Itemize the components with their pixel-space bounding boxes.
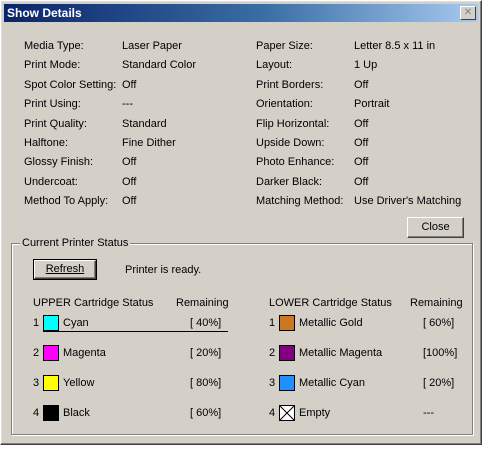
right-setting-value: Use Driver's Matching <box>354 195 462 208</box>
left-setting-value: Standard Color <box>122 59 196 72</box>
lower-cartridge-name: Empty <box>299 407 331 419</box>
right-setting-label: Upside Down: <box>256 137 325 149</box>
left-setting-value: Off <box>122 175 137 188</box>
left-setting-value: Standard <box>122 117 167 130</box>
left-setting-value: Laser Paper <box>122 40 182 52</box>
left-setting-label: Print Quality: <box>24 117 87 130</box>
left-setting-label: Glossy Finish: <box>24 156 94 169</box>
upper-cartridge-name: Yellow <box>63 377 95 389</box>
lower-color-swatch <box>279 375 295 391</box>
left-setting-value: Off <box>122 195 137 208</box>
window-title: Show Details <box>7 6 82 20</box>
upper-cartridge-remaining: [ 80%] <box>190 377 222 389</box>
right-setting-value: Off <box>354 137 369 149</box>
right-setting-value: 1 Up <box>354 59 378 72</box>
upper-color-swatch <box>43 315 59 331</box>
left-setting-label: Print Using: <box>24 98 81 111</box>
upper-cartridge-name: Black <box>63 407 90 419</box>
left-setting-value: Off <box>122 156 137 169</box>
right-setting-value: Letter 8.5 x 11 in <box>354 40 436 52</box>
lower-slot-number: 1 <box>269 317 276 329</box>
left-setting-label: Spot Color Setting: <box>24 78 117 91</box>
lower-cartridge-name: Metallic Magenta <box>299 347 383 359</box>
right-setting-label: Flip Horizontal: <box>256 117 330 130</box>
upper-cartridge-name: Magenta <box>63 347 106 359</box>
left-setting-label: Media Type: <box>24 40 84 52</box>
lower-slot-number: 3 <box>269 377 276 389</box>
lower-color-swatch <box>279 345 295 361</box>
lower-cartridge-name: Metallic Cyan <box>299 377 366 389</box>
right-setting-label: Darker Black: <box>256 175 323 188</box>
lower-color-swatch <box>279 315 295 331</box>
left-setting-label: Print Mode: <box>24 59 81 72</box>
right-setting-label: Paper Size: <box>256 40 313 52</box>
lower-cartridge-remaining: [100%] <box>423 347 458 359</box>
upper-color-swatch <box>43 375 59 391</box>
upper-color-swatch <box>43 405 59 421</box>
upper-slot-number: 1 <box>33 317 40 329</box>
close-button[interactable]: Close <box>407 217 464 238</box>
lower-cartridge-remaining: --- <box>423 407 434 419</box>
right-setting-value: Off <box>354 175 369 188</box>
right-setting-label: Orientation: <box>256 98 313 111</box>
empty-cartridge-icon <box>279 405 295 421</box>
right-setting-label: Layout: <box>256 59 293 72</box>
upper-slot-number: 3 <box>33 377 40 389</box>
upper-remaining-header: Remaining <box>176 297 229 309</box>
title-bar[interactable]: Show Details ✕ <box>4 4 478 22</box>
lower-remaining-header: Remaining <box>410 297 463 309</box>
left-setting-label: Halftone: <box>24 137 69 149</box>
lower-cartridge-header: LOWER Cartridge Status <box>269 297 392 309</box>
upper-cartridge-remaining: [ 60%] <box>190 407 222 419</box>
left-setting-label: Method To Apply: <box>24 195 109 208</box>
left-setting-value: Off <box>122 78 137 91</box>
lower-slot-number: 4 <box>269 407 276 419</box>
refresh-button[interactable]: Refresh <box>33 259 97 280</box>
left-setting-value: Fine Dither <box>122 137 176 149</box>
right-setting-value: Off <box>354 117 369 130</box>
right-setting-value: Off <box>354 78 369 91</box>
upper-cartridge-header: UPPER Cartridge Status <box>33 297 154 309</box>
upper-cartridge-remaining: [ 40%] <box>190 317 222 329</box>
upper-cartridge-name: Cyan <box>63 317 89 329</box>
left-setting-label: Undercoat: <box>24 175 78 188</box>
right-setting-label: Print Borders: <box>256 78 324 91</box>
printer-status-message: Printer is ready. <box>125 264 202 276</box>
lower-cartridge-remaining: [ 20%] <box>423 377 455 389</box>
lower-cartridge-name: Metallic Gold <box>299 317 363 329</box>
upper-slot-number: 4 <box>33 407 40 419</box>
right-setting-label: Photo Enhance: <box>256 156 335 169</box>
lower-slot-number: 2 <box>269 347 276 359</box>
upper-color-swatch <box>43 345 59 361</box>
upper-slot-number: 2 <box>33 347 40 359</box>
right-setting-value: Portrait <box>354 98 390 111</box>
printer-status-title: Current Printer Status <box>20 237 131 249</box>
right-setting-value: Off <box>354 156 369 169</box>
cyan-selection-underline <box>43 331 228 332</box>
left-setting-value: --- <box>122 98 133 111</box>
refresh-label: Refresh <box>45 263 85 275</box>
right-setting-label: Matching Method: <box>256 195 344 208</box>
close-icon[interactable]: ✕ <box>460 6 476 20</box>
lower-cartridge-remaining: [ 60%] <box>423 317 455 329</box>
upper-cartridge-remaining: [ 20%] <box>190 347 222 359</box>
